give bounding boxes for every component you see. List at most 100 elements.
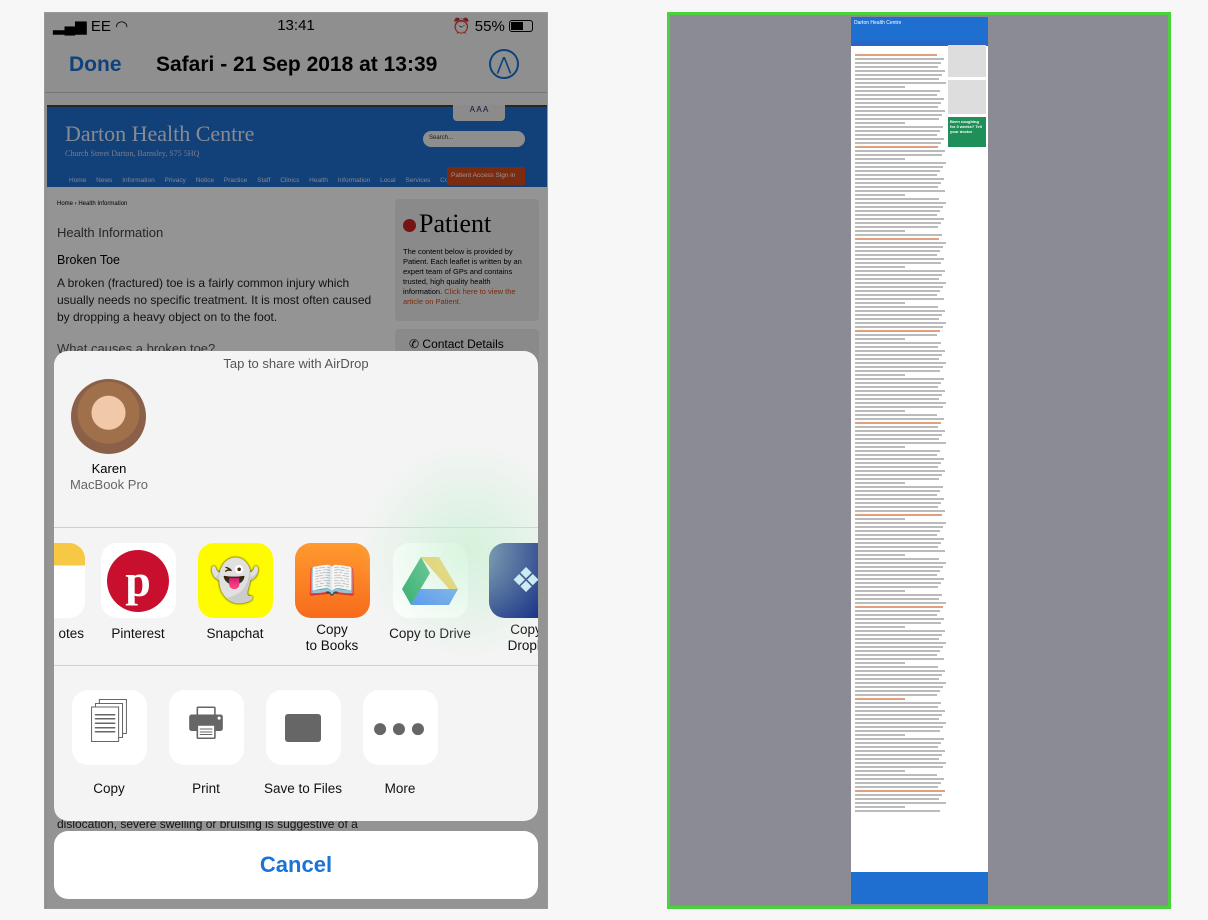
thumbnail-text-line [855, 530, 940, 532]
thumbnail-text-line [855, 502, 941, 504]
thumbnail-text-line [855, 722, 946, 724]
thumbnail-text-line [855, 498, 944, 500]
thumbnail-text-line [855, 366, 943, 368]
thumbnail-text-line [855, 626, 905, 628]
thumbnail-text-line [855, 670, 945, 672]
thumbnail-text-line [855, 638, 939, 640]
thumbnail-text-line [855, 770, 905, 772]
thumbnail-text-line [855, 438, 939, 440]
thumbnail-patient-box [948, 45, 986, 77]
thumbnail-text-line [855, 490, 940, 492]
thumbnail-text-line [855, 402, 946, 404]
share-app-books[interactable]: 📖 Copy to Books [287, 543, 377, 654]
thumbnail-text-line [855, 210, 940, 212]
thumbnail-text-line [855, 382, 941, 384]
thumbnail-text-line [855, 778, 944, 780]
thumbnail-text-line [855, 738, 944, 740]
thumbnail-text-line [855, 574, 937, 576]
thumbnail-text-line [855, 190, 945, 192]
share-app-dropbox[interactable]: ❖Copy Dropb [481, 543, 538, 654]
thumbnail-text-line [855, 202, 946, 204]
thumbnail-text-line [855, 234, 942, 236]
thumbnail-text-line [855, 342, 941, 344]
thumbnail-text-line [855, 194, 905, 196]
thumbnail-text-line [855, 586, 938, 588]
thumbnail-text-line [855, 710, 945, 712]
thumbnail-text-line [855, 614, 937, 616]
cancel-button[interactable]: Cancel [54, 831, 538, 899]
share-app-snapchat[interactable]: 👻 Snapchat [190, 543, 280, 642]
thumbnail-text-line [855, 374, 905, 376]
thumbnail-text-line [855, 786, 938, 788]
thumbnail-text-line [855, 334, 937, 336]
thumbnail-text-line [855, 114, 942, 116]
thumbnail-text-line [855, 678, 939, 680]
thumbnail-text-line [855, 306, 938, 308]
thumbnail-text-line [855, 554, 905, 556]
thumbnail-text-line [855, 218, 944, 220]
action-row: 🗐 Copy 🖶 Print Save to Files ●●● More [54, 665, 538, 821]
print-icon: 🖶 [168, 690, 244, 765]
thumbnail-text-line [855, 122, 905, 124]
thumbnail-text-line [855, 174, 937, 176]
more-action[interactable]: ●●● More [355, 690, 445, 797]
thumbnail-text-line [855, 510, 945, 512]
thumbnail-text-line [855, 758, 939, 760]
thumbnail-text-line [855, 274, 942, 276]
thumbnail-text-line [855, 598, 939, 600]
thumbnail-text-line [855, 134, 937, 136]
share-app-drive[interactable]: Copy to Drive [384, 543, 476, 642]
thumbnail-text-line [855, 222, 941, 224]
thumbnail-text-line [855, 390, 945, 392]
thumbnail-text-line [855, 186, 938, 188]
thumbnail-text-line [855, 590, 905, 592]
thumbnail-text-line [855, 458, 944, 460]
thumbnail-sidebar: Been coughing for 3 weeks? Tell your doc… [948, 45, 986, 147]
thumbnail-text-line [855, 506, 938, 508]
thumbnail-text-line [855, 410, 905, 412]
thumbnail-text-line [855, 302, 905, 304]
thumbnail-text-line [855, 750, 945, 752]
thumbnail-text-line [855, 594, 942, 596]
thumbnail-text-line [855, 294, 937, 296]
thumbnail-text-line [855, 314, 942, 316]
thumbnail-text-line [855, 326, 943, 328]
thumbnail-text-line [855, 538, 944, 540]
thumbnail-text-line [855, 58, 944, 60]
thumbnail-text-line [855, 82, 946, 84]
full-page-thumbnail[interactable]: Darton Health Centre Been coughing for 3… [667, 12, 1171, 909]
print-action[interactable]: 🖶 Print [161, 690, 251, 797]
thumbnail-text-line [855, 606, 943, 608]
thumbnail-text-line [855, 150, 945, 152]
thumbnail-text-line [855, 546, 938, 548]
share-app-notes[interactable]: otes [54, 543, 92, 642]
thumbnail-text-line [855, 602, 946, 604]
share-app-pinterest[interactable]: p Pinterest [93, 543, 183, 642]
thumbnail-text-line [855, 442, 946, 444]
thumbnail-text-line [855, 74, 942, 76]
thumbnail-text-line [855, 698, 905, 700]
thumbnail-text-line [855, 658, 944, 660]
thumbnail-text-line [855, 66, 938, 68]
thumbnail-text-line [855, 110, 945, 112]
thumbnail-text-line [855, 298, 944, 300]
thumbnail-text-line [855, 434, 942, 436]
copy-action[interactable]: 🗐 Copy [64, 690, 154, 797]
thumbnail-text-line [855, 414, 937, 416]
thumbnail-text-line [855, 646, 943, 648]
thumbnail-text-line [855, 522, 946, 524]
avatar[interactable] [71, 379, 146, 454]
thumbnail-text-line [855, 98, 944, 100]
thumbnail-text-line [855, 630, 945, 632]
thumbnail-text-line [855, 762, 946, 764]
thumbnail-text-line [855, 406, 943, 408]
thumbnail-text-line [855, 310, 945, 312]
thumbnail-text-line [855, 610, 940, 612]
save-to-files-action[interactable]: Save to Files [253, 690, 353, 797]
thumbnail-text-line [855, 102, 941, 104]
thumbnail-text-line [855, 250, 940, 252]
thumbnail-text-line [855, 138, 944, 140]
thumbnail-text-line [855, 162, 946, 164]
thumbnail-text-line [855, 322, 946, 324]
thumbnail-text-line [855, 734, 905, 736]
